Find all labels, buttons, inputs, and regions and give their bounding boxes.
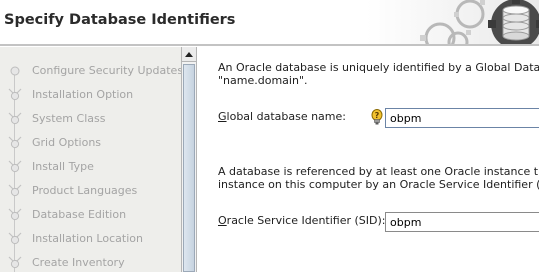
global-database-name-input[interactable] bbox=[385, 108, 539, 128]
sidebar-step[interactable]: System Class bbox=[0, 106, 181, 130]
sid-label: Oracle Service Identifier (SID): bbox=[218, 214, 386, 227]
sidebar-step-label: Product Languages bbox=[32, 184, 138, 197]
sid-label-text: racle Service Identifier (SID): bbox=[226, 214, 386, 227]
step-navigation: Configure Security Updates Installation O… bbox=[0, 47, 181, 272]
page-title: Specify Database Identifiers bbox=[4, 12, 236, 28]
global-database-name-mnemonic: G bbox=[218, 110, 227, 123]
intro-text-line-2: "name.domain". bbox=[218, 74, 308, 87]
sid-description-line-1: A database is referenced by at least one… bbox=[218, 165, 539, 178]
sidebar-step-label: Installation Option bbox=[32, 88, 134, 101]
sidebar-step[interactable]: Install Type bbox=[0, 154, 181, 178]
sidebar-step[interactable]: Product Languages bbox=[0, 178, 181, 202]
step-list-scrollbar[interactable] bbox=[181, 47, 197, 272]
step-link-icon bbox=[8, 232, 22, 245]
intro-text-line-1: An Oracle database is uniquely identifie… bbox=[218, 61, 539, 74]
sidebar-step-label: Grid Options bbox=[32, 136, 102, 149]
sidebar-step[interactable]: Configure Security Updates bbox=[0, 58, 181, 82]
sidebar-step-label: Create Inventory bbox=[32, 256, 125, 269]
sidebar-step[interactable]: Installation Location bbox=[0, 226, 181, 250]
sidebar-step[interactable]: Grid Options bbox=[0, 130, 181, 154]
sidebar-step-label: Installation Location bbox=[32, 232, 143, 245]
sid-description-line-2: instance on this computer by an Oracle S… bbox=[218, 178, 539, 191]
sidebar-step[interactable]: Create Inventory bbox=[0, 250, 181, 272]
arrow-up-icon bbox=[185, 52, 193, 57]
step-link-icon bbox=[8, 136, 22, 149]
scroll-thumb[interactable] bbox=[183, 64, 195, 272]
main-panel: An Oracle database is uniquely identifie… bbox=[197, 47, 539, 272]
sidebar-step-label: Database Edition bbox=[32, 208, 127, 221]
step-link-icon bbox=[8, 208, 22, 221]
step-link-icon bbox=[8, 112, 22, 125]
step-link-icon bbox=[8, 88, 22, 101]
step-link-icon bbox=[8, 160, 22, 173]
sidebar-step[interactable]: Installation Option bbox=[0, 82, 181, 106]
sidebar-step-label: System Class bbox=[32, 112, 106, 125]
global-database-name-label: Global database name: bbox=[218, 110, 346, 123]
sid-description: A database is referenced by at least one… bbox=[218, 165, 539, 191]
step-node-icon bbox=[10, 66, 20, 76]
sidebar-step-label: Install Type bbox=[32, 160, 94, 173]
step-link-icon bbox=[8, 184, 22, 197]
sid-input[interactable] bbox=[385, 212, 539, 232]
sidebar-step-label: Configure Security Updates bbox=[32, 64, 181, 77]
scroll-up-button[interactable] bbox=[182, 47, 196, 62]
gears-database-icon bbox=[420, 0, 539, 44]
header-banner: Specify Database Identifiers bbox=[0, 0, 539, 44]
sidebar-step[interactable]: Database Edition bbox=[0, 202, 181, 226]
step-link-icon bbox=[8, 256, 22, 269]
sid-mnemonic: O bbox=[218, 214, 227, 227]
lightbulb-icon: ? bbox=[371, 109, 383, 125]
intro-text: An Oracle database is uniquely identifie… bbox=[218, 61, 539, 87]
global-database-name-label-text: lobal database name: bbox=[226, 110, 346, 123]
svg-text:?: ? bbox=[375, 111, 380, 120]
